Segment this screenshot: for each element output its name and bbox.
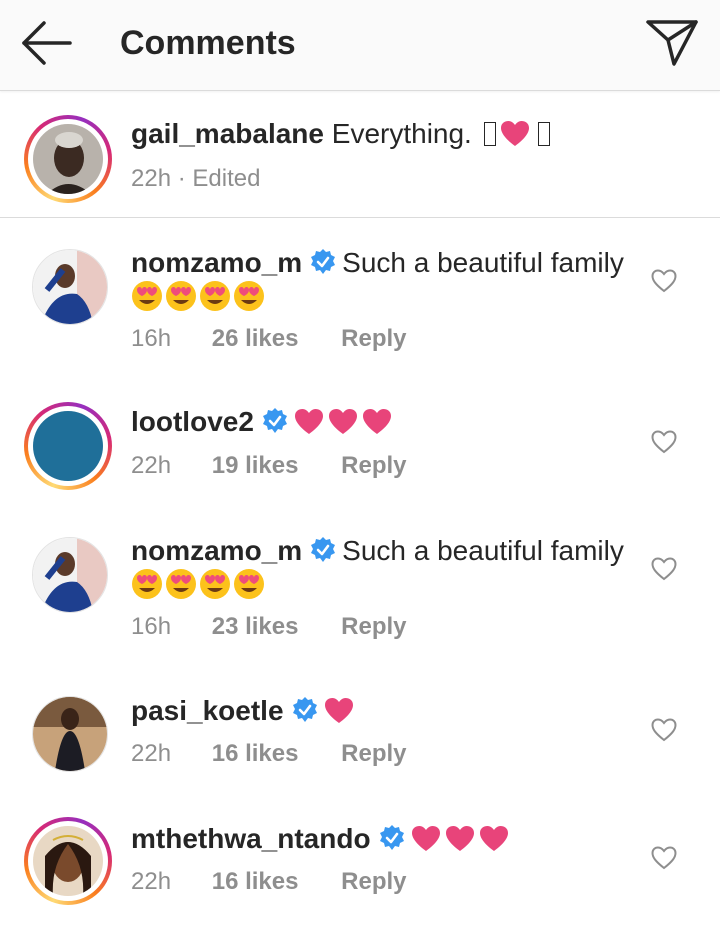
heart-outline-icon[interactable] xyxy=(651,718,677,742)
comment-time: 16h xyxy=(131,613,172,640)
heart-eyes-emoji-icon xyxy=(166,569,196,599)
verified-badge-icon xyxy=(311,537,336,562)
avatar[interactable] xyxy=(32,696,108,772)
comment-username[interactable]: nomzamo_m xyxy=(131,535,302,566)
unsupported-glyph xyxy=(483,122,496,146)
likes-count[interactable]: 23 likes xyxy=(212,613,299,640)
reply-button[interactable]: Reply xyxy=(341,325,406,352)
post-caption: gail_mabalane Everything. 22h · Edited xyxy=(0,91,720,218)
heart-eyes-emoji-icon xyxy=(132,569,162,599)
heart-eyes-emoji-icon xyxy=(234,281,264,311)
verified-badge-icon xyxy=(311,249,336,274)
avatar[interactable] xyxy=(24,402,112,490)
heart-eyes-emoji-icon xyxy=(200,281,230,311)
likes-count[interactable]: 16 likes xyxy=(212,868,299,895)
page-title: Comments xyxy=(120,24,296,62)
caption-username[interactable]: gail_mabalane xyxy=(131,118,324,149)
heart-emoji-icon xyxy=(294,409,323,434)
reply-button[interactable]: Reply xyxy=(341,868,406,895)
heart-emoji-icon xyxy=(445,826,474,851)
comment-emoji xyxy=(131,280,267,315)
heart-outline-icon[interactable] xyxy=(651,846,677,870)
heart-emoji-icon xyxy=(328,409,357,434)
likes-count[interactable]: 16 likes xyxy=(212,740,299,767)
verified-badge-icon xyxy=(262,408,287,433)
comment-username[interactable]: lootlove2 xyxy=(131,406,254,437)
comment-time: 16h xyxy=(131,325,172,352)
heart-emoji-icon xyxy=(324,698,353,723)
heart-outline-icon[interactable] xyxy=(651,557,677,581)
heart-eyes-emoji-icon xyxy=(166,281,196,311)
heart-outline-icon[interactable] xyxy=(651,430,677,454)
reply-button[interactable]: Reply xyxy=(341,452,406,479)
separator: · xyxy=(177,165,186,192)
avatar[interactable] xyxy=(24,817,112,905)
arrow-left-icon xyxy=(22,21,72,65)
avatar[interactable] xyxy=(32,537,108,613)
heart-outline-icon[interactable] xyxy=(651,269,677,293)
verified-badge-icon xyxy=(292,697,317,722)
comment-text: Such a beautiful family xyxy=(342,247,624,278)
comment-time: 22h xyxy=(131,740,172,767)
edited-label: Edited xyxy=(192,165,261,192)
avatar[interactable] xyxy=(24,115,112,203)
heart-eyes-emoji-icon xyxy=(132,281,162,311)
comment-username[interactable]: nomzamo_m xyxy=(131,247,302,278)
back-button[interactable] xyxy=(18,20,76,66)
caption-text: Everything. xyxy=(331,118,472,149)
comment-emoji xyxy=(131,568,267,603)
heart-eyes-emoji-icon xyxy=(200,569,230,599)
top-bar: Comments xyxy=(0,0,720,91)
likes-count[interactable]: 19 likes xyxy=(212,452,299,479)
heart-emoji-icon xyxy=(479,826,508,851)
heart-emoji-icon xyxy=(500,121,529,146)
comment-text: Such a beautiful family xyxy=(342,535,624,566)
comment-time: 22h xyxy=(131,452,172,479)
paper-plane-icon xyxy=(646,20,698,66)
share-button[interactable] xyxy=(644,16,700,68)
likes-count[interactable]: 26 likes xyxy=(212,325,299,352)
comment-time: 22h xyxy=(131,868,172,895)
verified-badge-icon xyxy=(379,825,404,850)
avatar[interactable] xyxy=(32,249,108,325)
heart-emoji-icon xyxy=(362,409,391,434)
reply-button[interactable]: Reply xyxy=(341,740,406,767)
heart-eyes-emoji-icon xyxy=(234,569,264,599)
reply-button[interactable]: Reply xyxy=(341,613,406,640)
heart-emoji-icon xyxy=(411,826,440,851)
caption-time: 22h xyxy=(131,165,172,192)
unsupported-glyph xyxy=(537,122,550,146)
comment-username[interactable]: mthethwa_ntando xyxy=(131,823,371,854)
comment-username[interactable]: pasi_koetle xyxy=(131,695,284,726)
